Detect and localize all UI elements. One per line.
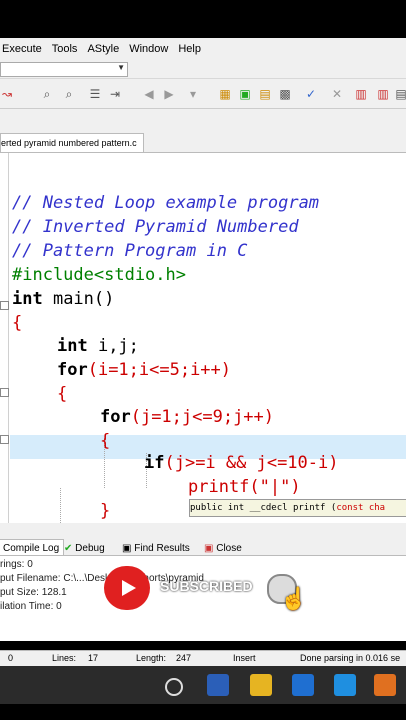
code-line: for(j=1;j<=9;j++)	[100, 405, 274, 429]
bookmark-icon[interactable]: ▾	[186, 87, 200, 101]
code-text: // Nested Loop example program // Invert…	[12, 153, 338, 521]
bottom-tabs: Compile Log ✔ Debug ▣ Find Results ▣ Clo…	[0, 531, 406, 559]
code-line: {	[100, 431, 111, 451]
explorer-icon[interactable]	[250, 674, 272, 696]
status-lines: 17	[88, 653, 99, 663]
keyword: for	[57, 360, 88, 380]
devcpp-taskbar-icon[interactable]	[374, 674, 396, 696]
chevron-down-icon: ▼	[117, 63, 125, 72]
log-line: ilation Time: 0	[0, 601, 62, 612]
keyword: for	[100, 407, 131, 427]
profile-icon[interactable]: ▥	[376, 87, 390, 101]
code-editor[interactable]: // Nested Loop example program // Invert…	[0, 153, 406, 523]
hand-cursor-icon: ☝	[280, 586, 308, 611]
toolbar-row-2: ↝ ⌕ ⌕ ☰ ⇥ ◀ ▶ ▾ ▦ ▣ ▤ ▩ ✓ ✕ ▥ ▥ ▤	[0, 80, 406, 109]
menu-tools[interactable]: Tools	[52, 43, 78, 55]
subscribe-play-icon[interactable]	[104, 566, 150, 610]
tooltip-param: const cha	[336, 503, 386, 513]
code-line: {	[12, 313, 23, 333]
code-text-span: (j>=i && j<=10-i)	[164, 453, 339, 473]
code-line: int i,j;	[57, 334, 139, 358]
status-message: Done parsing in 0.016 se	[300, 653, 401, 663]
close-icon: ▣	[204, 543, 214, 554]
menu-window[interactable]: Window	[129, 43, 168, 55]
keyword: int	[12, 289, 43, 309]
subscribed-label: SUBSCRIBED	[160, 578, 253, 594]
replace-icon[interactable]: ⌕	[62, 87, 76, 101]
code-line: if(j>=i && j<=10-i)	[144, 451, 338, 475]
status-bar: 0 Lines: 17 Length: 247 Insert Done pars…	[0, 650, 406, 667]
code-line: {	[57, 384, 68, 404]
fold-gutter	[0, 153, 9, 523]
code-text-span: (i=1;i<=5;i++)	[87, 360, 232, 380]
code-line: int main()	[12, 287, 114, 311]
goto-icon[interactable]: ⇥	[108, 87, 122, 101]
run-icon[interactable]: ▣	[238, 87, 252, 101]
code-text-span: (j=1;j<=9;j++)	[130, 407, 275, 427]
log-line: rings: 0	[0, 559, 33, 570]
status-mode: Insert	[233, 653, 256, 663]
code-line: #include<stdio.h>	[12, 265, 186, 285]
code-text-span: main()	[42, 289, 115, 309]
menu-execute[interactable]: Execute	[2, 43, 42, 55]
mail-icon[interactable]	[292, 674, 314, 696]
subscribe-overlay: SUBSCRIBED ☝	[104, 566, 308, 611]
stop-icon[interactable]: ✕	[330, 87, 344, 101]
code-line: for(i=1;i<=5;i++)	[57, 358, 231, 382]
status-col: 0	[8, 653, 14, 663]
debug-icon: ✔	[64, 543, 73, 554]
fold-marker[interactable]	[0, 388, 9, 397]
menu-bar: Execute Tools AStyle Window Help	[0, 38, 406, 60]
settings-icon[interactable]: ▤	[394, 87, 406, 101]
rebuild-icon[interactable]: ▩	[278, 87, 292, 101]
chart-icon[interactable]: ▥	[354, 87, 368, 101]
code-line: // Inverted Pyramid Numbered	[12, 217, 299, 237]
file-tab-strip: erted pyramid numbered pattern.c	[0, 130, 406, 153]
indent-guide	[60, 488, 61, 523]
code-line: // Nested Loop example program	[12, 193, 320, 213]
compiler-select[interactable]: ▼	[0, 62, 128, 77]
app-icon[interactable]	[334, 674, 356, 696]
arrow-icon[interactable]: ↝	[0, 87, 14, 101]
task-view-icon[interactable]	[165, 678, 183, 696]
code-text-span: i,j;	[87, 336, 139, 356]
word-icon[interactable]	[207, 674, 229, 696]
forward-icon[interactable]: ▶	[162, 87, 176, 101]
list-icon[interactable]: ☰	[88, 87, 102, 101]
signature-tooltip: public int __cdecl printf (const cha	[189, 499, 406, 517]
status-lines-label: Lines:	[52, 653, 77, 663]
toolbar-row-1: ▼	[0, 60, 406, 79]
fold-marker[interactable]	[0, 301, 9, 310]
compile-run-icon[interactable]: ▤	[258, 87, 272, 101]
compile-icon[interactable]: ▦	[218, 87, 232, 101]
taskbar	[0, 666, 406, 704]
dev-cpp-window: Execute Tools AStyle Window Help ▼ ↝ ⌕ ⌕…	[0, 38, 406, 638]
tab-find-results-label: Find Results	[134, 543, 190, 554]
keyword: int	[57, 336, 88, 356]
find-icon[interactable]: ⌕	[40, 87, 54, 101]
fold-marker[interactable]	[0, 435, 9, 444]
status-length: 247	[176, 653, 192, 663]
tooltip-signature: public int __cdecl printf (	[190, 503, 337, 513]
code-line: // Pattern Program in C	[12, 241, 248, 261]
code-line: printf("|")	[188, 477, 301, 497]
tab-close-label: Close	[216, 543, 242, 554]
back-icon[interactable]: ◀	[142, 87, 156, 101]
find-results-icon: ▣	[122, 543, 132, 554]
tab-debug-label: Debug	[75, 543, 105, 554]
menu-astyle[interactable]: AStyle	[87, 43, 119, 55]
file-tab[interactable]: erted pyramid numbered pattern.c	[0, 133, 144, 152]
status-length-label: Length:	[136, 653, 167, 663]
check-icon[interactable]: ✓	[304, 87, 318, 101]
code-line: }	[100, 501, 111, 521]
log-line: put Size: 128.1	[0, 587, 67, 598]
keyword: if	[144, 453, 165, 473]
menu-help[interactable]: Help	[178, 43, 201, 55]
